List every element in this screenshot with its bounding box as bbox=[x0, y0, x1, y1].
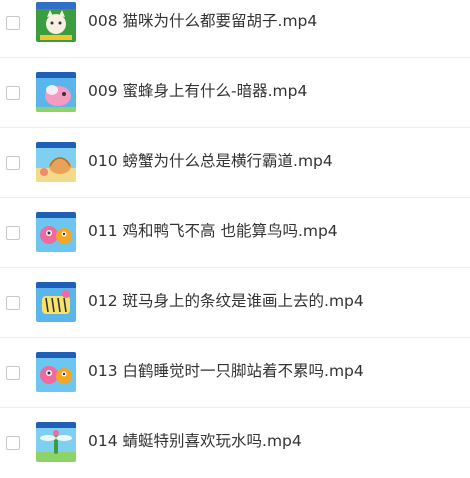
file-name[interactable]: 014 蜻蜓特别喜欢玩水吗.mp4 bbox=[88, 431, 302, 451]
file-name[interactable]: 012 斑马身上的条纹是谁画上去的.mp4 bbox=[88, 291, 364, 311]
file-row[interactable]: 008 猫咪为什么都要留胡子.mp4 bbox=[0, 0, 470, 58]
video-thumbnail[interactable] bbox=[36, 422, 76, 462]
file-name[interactable]: 009 蜜蜂身上有什么-暗器.mp4 bbox=[88, 81, 307, 101]
select-checkbox[interactable] bbox=[6, 296, 20, 310]
select-checkbox[interactable] bbox=[6, 86, 20, 100]
select-checkbox[interactable] bbox=[6, 156, 20, 170]
file-name[interactable]: 010 螃蟹为什么总是横行霸道.mp4 bbox=[88, 151, 333, 171]
file-name[interactable]: 013 白鹤睡觉时一只脚站着不累吗.mp4 bbox=[88, 361, 364, 381]
video-thumbnail[interactable] bbox=[36, 142, 76, 182]
file-row[interactable]: 012 斑马身上的条纹是谁画上去的.mp4 bbox=[0, 268, 470, 338]
video-thumbnail[interactable] bbox=[36, 72, 76, 112]
select-checkbox[interactable] bbox=[6, 16, 20, 30]
select-checkbox[interactable] bbox=[6, 436, 20, 450]
file-list: 008 猫咪为什么都要留胡子.mp4 009 蜜蜂身上有什么-暗器.mp4 01… bbox=[0, 0, 470, 475]
file-row[interactable]: 010 螃蟹为什么总是横行霸道.mp4 bbox=[0, 128, 470, 198]
file-row[interactable]: 013 白鹤睡觉时一只脚站着不累吗.mp4 bbox=[0, 338, 470, 408]
select-checkbox[interactable] bbox=[6, 226, 20, 240]
file-row[interactable]: 009 蜜蜂身上有什么-暗器.mp4 bbox=[0, 58, 470, 128]
video-thumbnail[interactable] bbox=[36, 212, 76, 252]
file-row[interactable]: 014 蜻蜓特别喜欢玩水吗.mp4 bbox=[0, 408, 470, 478]
video-thumbnail[interactable] bbox=[36, 282, 76, 322]
video-thumbnail[interactable] bbox=[36, 2, 76, 42]
select-checkbox[interactable] bbox=[6, 366, 20, 380]
file-row[interactable]: 011 鸡和鸭飞不高 也能算鸟吗.mp4 bbox=[0, 198, 470, 268]
file-name[interactable]: 008 猫咪为什么都要留胡子.mp4 bbox=[88, 11, 317, 31]
video-thumbnail[interactable] bbox=[36, 352, 76, 392]
file-name[interactable]: 011 鸡和鸭飞不高 也能算鸟吗.mp4 bbox=[88, 221, 338, 241]
